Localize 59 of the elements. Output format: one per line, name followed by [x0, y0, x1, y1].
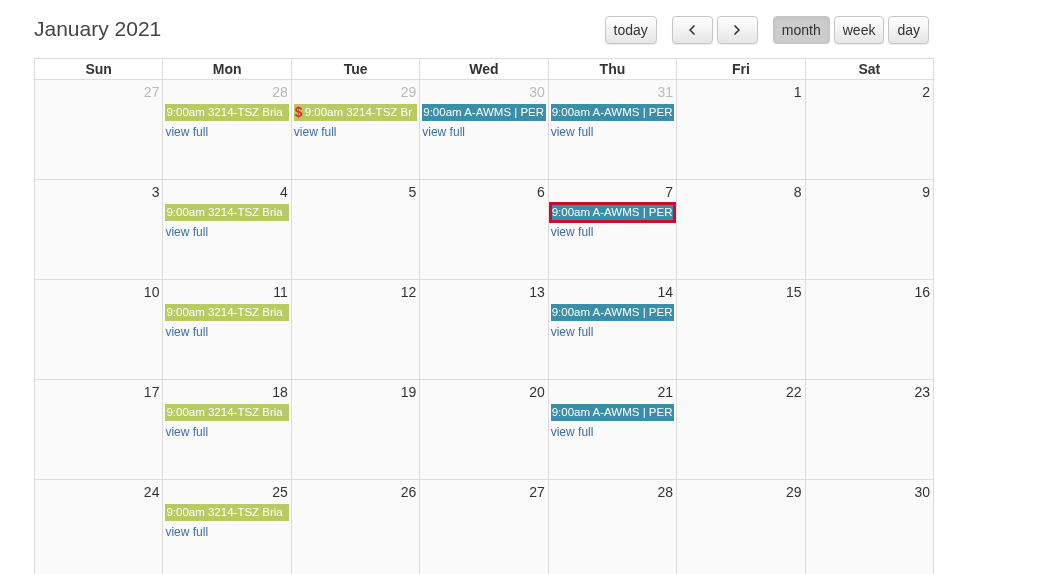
view-full-link[interactable]: view full [165, 423, 209, 441]
day-number: 4 [280, 183, 289, 202]
view-full-link[interactable]: view full [550, 423, 594, 441]
event-chip[interactable]: 9:00am A-AWMS | PER [550, 404, 675, 421]
view-full-link[interactable]: view full [165, 123, 209, 141]
day-number: 29 [400, 83, 418, 102]
month-title: January 2021 [34, 18, 162, 39]
day-number: 13 [529, 283, 546, 302]
view-full-link[interactable]: view full [550, 123, 594, 141]
day-number: 18 [272, 383, 289, 402]
today-button[interactable]: today [604, 16, 657, 44]
day-number: 28 [657, 483, 675, 502]
day-number: 5 [408, 183, 418, 202]
day-number: 20 [529, 383, 546, 402]
view-full-link[interactable]: view full [165, 523, 209, 541]
day-number: 27 [143, 83, 161, 102]
day-number: 15 [786, 283, 803, 302]
view-full-link[interactable]: view full [165, 223, 209, 241]
view-full-link[interactable]: view full [422, 123, 465, 141]
day-number: 30 [529, 83, 546, 102]
event-chip[interactable]: 9:00am A-AWMS | PER [550, 104, 675, 121]
day-number: 24 [143, 483, 161, 502]
day-number: 22 [786, 383, 803, 402]
view-full-link[interactable]: view full [165, 323, 209, 341]
view-button[interactable]: day [888, 16, 929, 44]
day-number: 21 [657, 383, 675, 402]
day-number: 6 [536, 183, 546, 202]
day-number: 1 [793, 83, 803, 102]
day-number: 14 [657, 283, 675, 302]
day-number: 2 [922, 83, 931, 102]
day-number: 27 [529, 483, 546, 502]
day-number: 8 [793, 183, 803, 202]
day-number: 16 [914, 283, 931, 302]
view-full-link[interactable]: view full [550, 323, 594, 341]
day-number: 28 [272, 83, 289, 102]
dollar-sign: $ [294, 103, 303, 122]
next-button[interactable] [716, 16, 758, 44]
day-number: 31 [657, 83, 675, 102]
day-number: 23 [914, 383, 931, 402]
view-full-link[interactable]: view full [293, 123, 337, 141]
event-chip[interactable]: 9:00am A-AWMS | PER [550, 304, 675, 321]
day-number: 3 [151, 183, 161, 202]
event-chip[interactable]: 9:00am A-AWMS | PER [550, 204, 675, 221]
day-number: 29 [786, 483, 803, 502]
view-full-link[interactable]: view full [550, 223, 594, 241]
day-number: 12 [400, 283, 418, 302]
day-number: 10 [143, 283, 161, 302]
previous-button[interactable] [671, 16, 713, 44]
day-number: 25 [272, 483, 289, 502]
view-button[interactable]: week [833, 16, 885, 44]
day-number: 17 [143, 383, 161, 402]
day-number: 30 [914, 483, 931, 502]
day-number: 9 [922, 183, 931, 202]
event-chip[interactable]: 9:00am A-AWMS | PER [422, 104, 546, 121]
day-number: 19 [400, 383, 418, 402]
view-button[interactable]: month [772, 16, 830, 44]
day-number: 7 [665, 183, 675, 202]
day-number: 11 [273, 283, 289, 302]
day-number: 26 [400, 483, 418, 502]
